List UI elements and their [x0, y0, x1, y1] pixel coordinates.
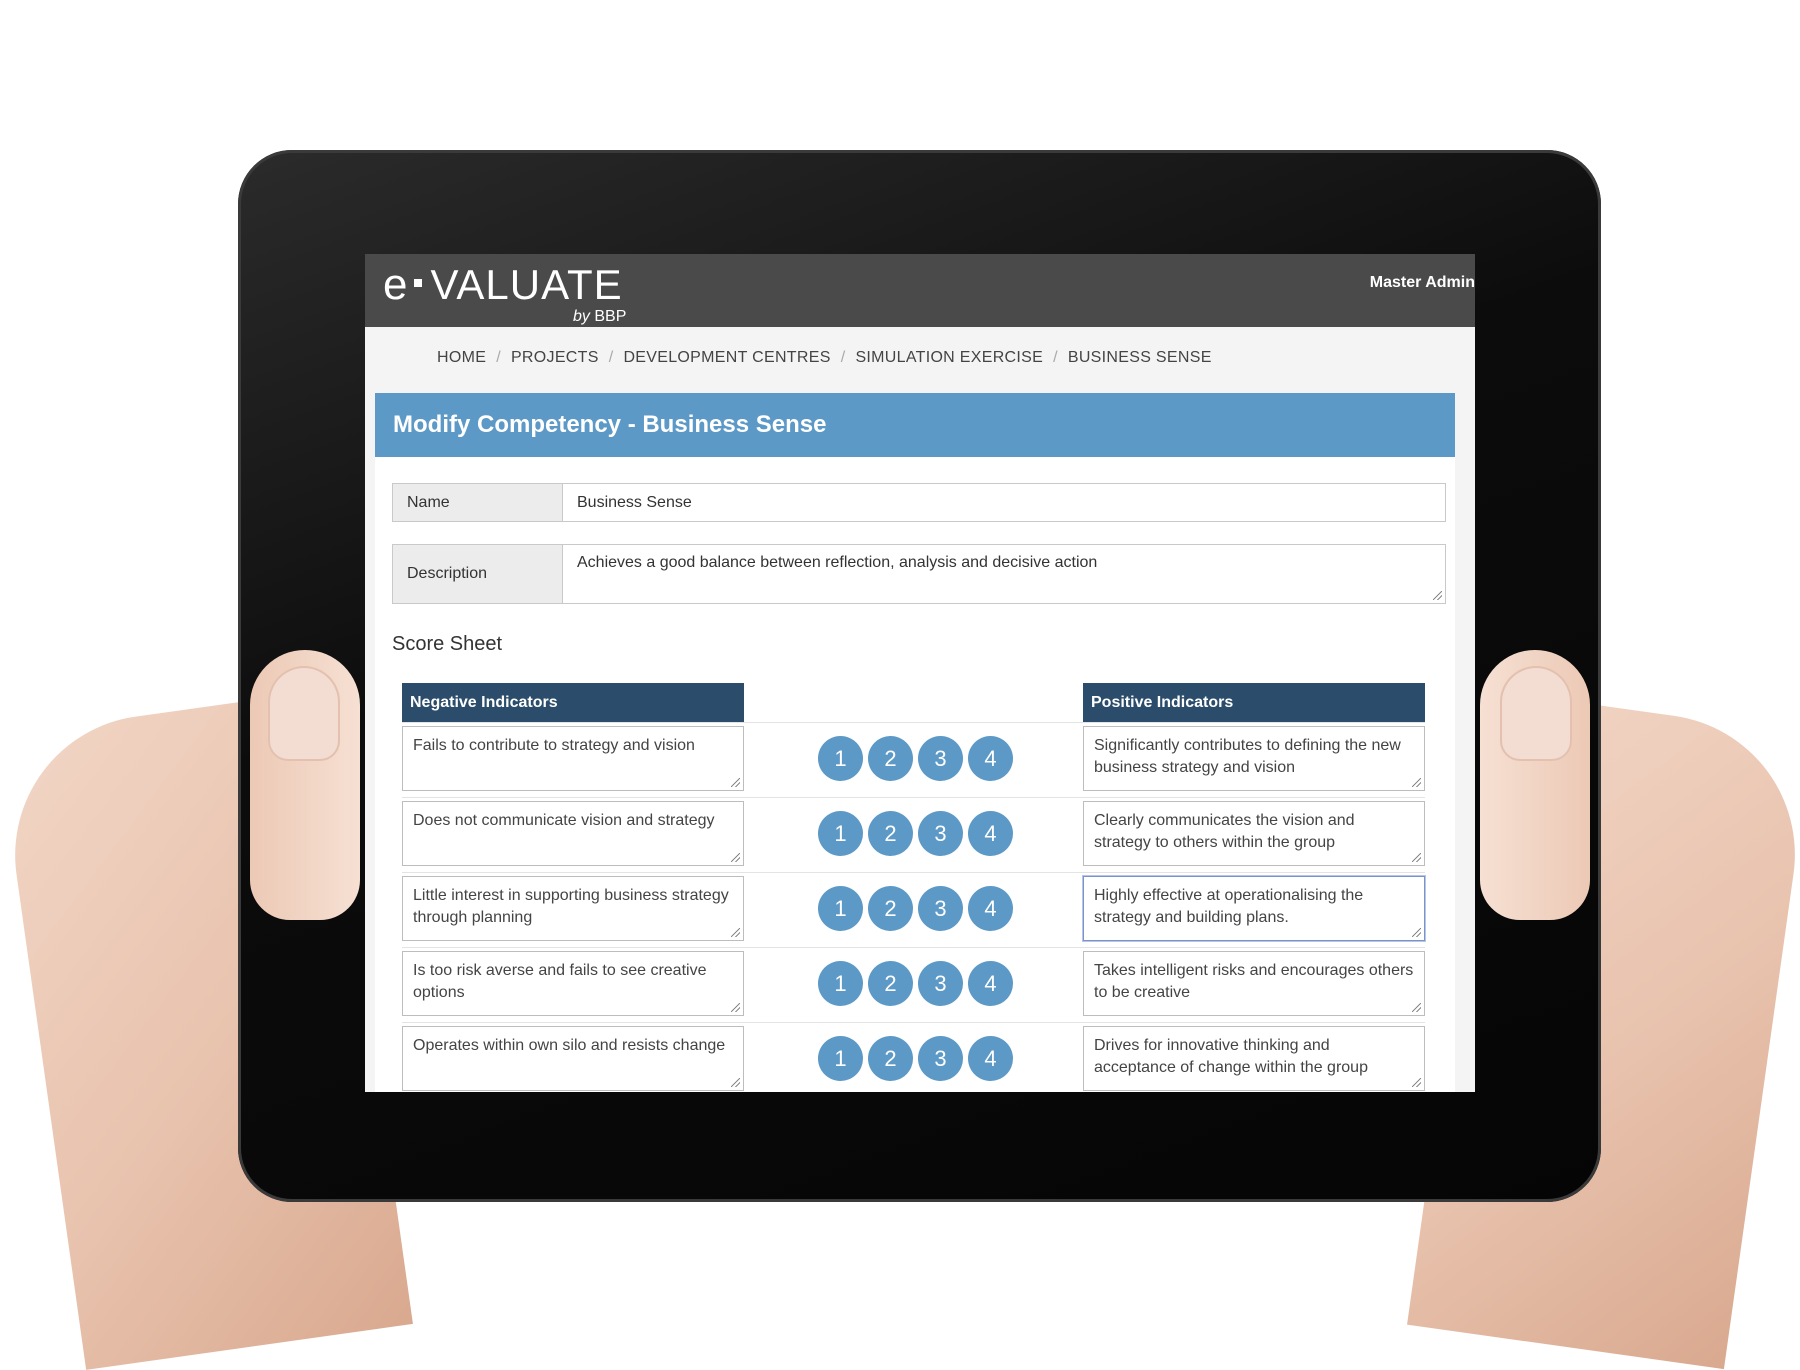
score-button-1[interactable]: 1: [818, 736, 863, 781]
description-textarea[interactable]: Achieves a good balance between reflecti…: [563, 545, 1445, 603]
score-buttons: 1234: [818, 1036, 1013, 1081]
positive-indicator-textarea[interactable]: Significantly contributes to defining th…: [1083, 726, 1425, 791]
score-button-2[interactable]: 2: [868, 961, 913, 1006]
left-thumb: [250, 650, 360, 920]
positive-indicator-textarea[interactable]: Clearly communicates the vision and stra…: [1083, 801, 1425, 866]
resize-handle-icon[interactable]: [731, 778, 740, 787]
score-buttons: 1234: [818, 961, 1013, 1006]
description-field-row: Description Achieves a good balance betw…: [392, 544, 1446, 604]
negative-indicator-textarea[interactable]: Does not communicate vision and strategy: [402, 801, 744, 866]
positive-indicator-text: Takes intelligent risks and encourages o…: [1094, 962, 1414, 1001]
positive-indicator-text: Highly effective at operationalising the…: [1094, 887, 1364, 926]
name-input[interactable]: Business Sense: [563, 484, 1445, 521]
negative-indicator-textarea[interactable]: Little interest in supporting business s…: [402, 876, 744, 941]
breadcrumb-business-sense[interactable]: BUSINESS SENSE: [1068, 349, 1212, 366]
positive-indicator-text: Drives for innovative thinking and accep…: [1094, 1037, 1368, 1076]
breadcrumb: HOME / PROJECTS / DEVELOPMENT CENTRES / SIMULA…: [437, 349, 1212, 366]
breadcrumb-development-centres[interactable]: DEVELOPMENT CENTRES: [623, 349, 830, 366]
negative-indicator-text: Is too risk averse and fails to see crea…: [413, 962, 707, 1001]
resize-handle-icon[interactable]: [1412, 853, 1421, 862]
positive-indicator-textarea[interactable]: Takes intelligent risks and encourages o…: [1083, 951, 1425, 1016]
negative-indicators-header: Negative Indicators: [402, 683, 744, 722]
breadcrumb-simulation-exercise[interactable]: SIMULATION EXERCISE: [855, 349, 1043, 366]
evaluate-logo[interactable]: e VALUATE by BBP: [383, 260, 626, 325]
breadcrumb-projects[interactable]: PROJECTS: [511, 349, 599, 366]
score-button-2[interactable]: 2: [868, 1036, 913, 1081]
resize-handle-icon[interactable]: [1412, 778, 1421, 787]
score-buttons: 1234: [818, 811, 1013, 856]
resize-handle-icon[interactable]: [1412, 928, 1421, 937]
negative-indicator-text: Fails to contribute to strategy and visi…: [413, 737, 695, 754]
score-row: Little interest in supporting business s…: [402, 872, 1425, 948]
score-button-1[interactable]: 1: [818, 811, 863, 856]
score-button-1[interactable]: 1: [818, 886, 863, 931]
negative-indicator-text: Does not communicate vision and strategy: [413, 812, 715, 829]
modify-competency-panel: Modify Competency - Business Sense Name …: [375, 393, 1455, 1092]
positive-indicator-textarea[interactable]: Highly effective at operationalising the…: [1083, 876, 1425, 941]
app-header: e VALUATE by BBP Master Admin: [365, 254, 1475, 327]
description-text: Achieves a good balance between reflecti…: [577, 554, 1098, 571]
resize-handle-icon[interactable]: [731, 1078, 740, 1087]
negative-indicator-text: Operates within own silo and resists cha…: [413, 1037, 726, 1054]
score-button-4[interactable]: 4: [968, 1036, 1013, 1081]
score-button-1[interactable]: 1: [818, 1036, 863, 1081]
score-button-2[interactable]: 2: [868, 886, 913, 931]
positive-indicator-textarea[interactable]: Drives for innovative thinking and accep…: [1083, 1026, 1425, 1091]
score-button-3[interactable]: 3: [918, 886, 963, 931]
resize-handle-icon[interactable]: [731, 1003, 740, 1012]
score-button-4[interactable]: 4: [968, 961, 1013, 1006]
score-row: Does not communicate vision and strategy…: [402, 797, 1425, 873]
description-label: Description: [393, 545, 563, 603]
score-button-2[interactable]: 2: [868, 811, 913, 856]
negative-indicator-textarea[interactable]: Fails to contribute to strategy and visi…: [402, 726, 744, 791]
score-button-3[interactable]: 3: [918, 811, 963, 856]
resize-handle-icon[interactable]: [731, 853, 740, 862]
name-field-row: Name Business Sense: [392, 483, 1446, 522]
score-row: Fails to contribute to strategy and visi…: [402, 722, 1425, 798]
resize-handle-icon[interactable]: [1412, 1078, 1421, 1087]
tablet-screen: e VALUATE by BBP Master Admin HOME / PROJEC…: [365, 254, 1475, 1092]
score-button-2[interactable]: 2: [868, 736, 913, 781]
resize-handle-icon[interactable]: [731, 928, 740, 937]
page-content: HOME / PROJECTS / DEVELOPMENT CENTRES / SIMULA…: [365, 327, 1475, 1092]
score-button-3[interactable]: 3: [918, 961, 963, 1006]
score-button-1[interactable]: 1: [818, 961, 863, 1006]
right-thumb: [1480, 650, 1590, 920]
positive-indicator-text: Clearly communicates the vision and stra…: [1094, 812, 1355, 851]
score-button-4[interactable]: 4: [968, 811, 1013, 856]
score-button-3[interactable]: 3: [918, 1036, 963, 1081]
score-button-4[interactable]: 4: [968, 736, 1013, 781]
page-title: Modify Competency - Business Sense: [375, 393, 1455, 457]
resize-handle-icon[interactable]: [1412, 1003, 1421, 1012]
score-buttons: 1234: [818, 886, 1013, 931]
score-button-4[interactable]: 4: [968, 886, 1013, 931]
user-menu[interactable]: Master Admin: [1370, 274, 1475, 292]
resize-handle-icon[interactable]: [1433, 591, 1442, 600]
name-label: Name: [393, 484, 563, 521]
positive-indicator-text: Significantly contributes to defining th…: [1094, 737, 1401, 776]
score-row: Is too risk averse and fails to see crea…: [402, 947, 1425, 1023]
score-sheet-title: Score Sheet: [392, 633, 503, 655]
negative-indicator-textarea[interactable]: Operates within own silo and resists cha…: [402, 1026, 744, 1091]
negative-indicator-textarea[interactable]: Is too risk averse and fails to see crea…: [402, 951, 744, 1016]
negative-indicator-text: Little interest in supporting business s…: [413, 887, 729, 926]
breadcrumb-home[interactable]: HOME: [437, 349, 486, 366]
score-buttons: 1234: [818, 736, 1013, 781]
positive-indicators-header: Positive Indicators: [1083, 683, 1425, 722]
score-button-3[interactable]: 3: [918, 736, 963, 781]
score-row: Operates within own silo and resists cha…: [402, 1022, 1425, 1092]
